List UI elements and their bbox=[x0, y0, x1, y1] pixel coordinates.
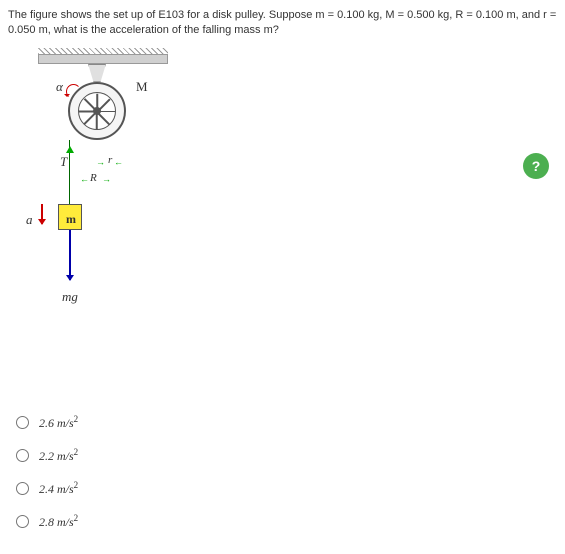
label-big-r: R bbox=[90, 172, 97, 184]
option-1-label: 2.6 m/s2 bbox=[39, 414, 78, 431]
label-alpha: α bbox=[56, 79, 63, 95]
label-m: m bbox=[66, 212, 76, 227]
label-r: r bbox=[108, 154, 112, 166]
pulley-hub bbox=[93, 107, 101, 115]
option-2-label: 2.2 m/s2 bbox=[39, 447, 78, 464]
option-3-radio[interactable] bbox=[16, 482, 29, 495]
acceleration-arrow bbox=[41, 204, 43, 224]
option-2[interactable]: 2.2 m/s2 bbox=[16, 447, 557, 464]
answer-options: 2.6 m/s2 2.2 m/s2 2.4 m/s2 2.8 m/s2 bbox=[16, 414, 557, 530]
label-a: a bbox=[26, 212, 33, 228]
option-2-radio[interactable] bbox=[16, 449, 29, 462]
tension-arrow bbox=[66, 142, 74, 153]
help-button[interactable]: ? bbox=[523, 153, 549, 179]
physics-figure: α M T → r ← ← R → m a mg bbox=[18, 54, 198, 334]
alpha-arrow bbox=[66, 84, 81, 99]
option-4-label: 2.8 m/s2 bbox=[39, 513, 78, 530]
big-r-arrow-left: ← bbox=[80, 174, 89, 184]
option-3-label: 2.4 m/s2 bbox=[39, 480, 78, 497]
ceiling bbox=[38, 54, 168, 64]
r-arrow-right: ← bbox=[114, 157, 123, 167]
option-3[interactable]: 2.4 m/s2 bbox=[16, 480, 557, 497]
mount bbox=[88, 64, 106, 82]
label-big-m: M bbox=[136, 79, 148, 95]
option-1-radio[interactable] bbox=[16, 416, 29, 429]
weight-arrow bbox=[69, 230, 71, 280]
option-4[interactable]: 2.8 m/s2 bbox=[16, 513, 557, 530]
question-text: The figure shows the set up of E103 for … bbox=[8, 8, 557, 39]
label-tension: T bbox=[60, 154, 67, 170]
option-1[interactable]: 2.6 m/s2 bbox=[16, 414, 557, 431]
r-arrow-left: → bbox=[96, 157, 105, 167]
big-r-arrow-right: → bbox=[102, 174, 111, 184]
label-mg: mg bbox=[62, 289, 78, 305]
